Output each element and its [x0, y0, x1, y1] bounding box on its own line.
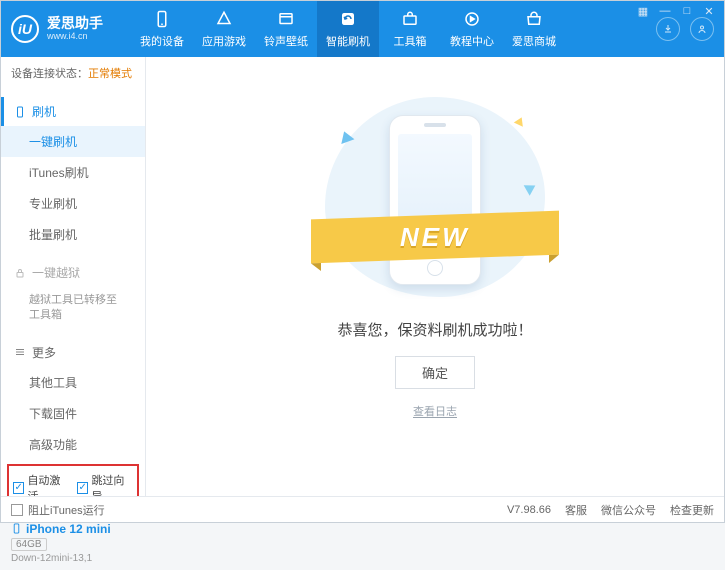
- section-jailbreak: 一键越狱: [1, 258, 145, 287]
- maximize-icon[interactable]: □: [680, 4, 694, 18]
- check-update-link[interactable]: 检查更新: [670, 502, 714, 518]
- phone-icon: [14, 106, 26, 118]
- nav-label: 铃声壁纸: [264, 33, 308, 49]
- close-icon[interactable]: ✕: [702, 4, 716, 18]
- app-window: iU 爱思助手 www.i4.cn 我的设备 应用游戏 铃声壁纸 智能刷机: [0, 0, 725, 523]
- main-content: NEW 恭喜您，保资料刷机成功啦！ 确定 查看日志: [146, 57, 724, 496]
- success-message: 恭喜您，保资料刷机成功啦！: [337, 319, 532, 340]
- store-icon: [524, 9, 544, 29]
- nav-apps[interactable]: 应用游戏: [193, 1, 255, 57]
- sidebar-item-oneclick-flash[interactable]: 一键刷机: [1, 126, 145, 157]
- device-info[interactable]: iPhone 12 mini 64GB Down-12mini-13,1: [1, 516, 145, 570]
- nav-tutorials[interactable]: 教程中心: [441, 1, 503, 57]
- nav-label: 教程中心: [450, 33, 494, 49]
- nav-label: 爱思商城: [512, 33, 556, 49]
- apps-icon: [214, 9, 234, 29]
- section-label: 更多: [32, 344, 56, 361]
- nav-label: 工具箱: [394, 33, 427, 49]
- sidebar-item-download-firmware[interactable]: 下载固件: [1, 398, 145, 429]
- status-value: 正常模式: [88, 68, 132, 80]
- lock-icon: [14, 267, 26, 279]
- flash-icon: [338, 9, 358, 29]
- user-icon[interactable]: [690, 17, 714, 41]
- titlebar: iU 爱思助手 www.i4.cn 我的设备 应用游戏 铃声壁纸 智能刷机: [1, 1, 724, 57]
- brand: iU 爱思助手 www.i4.cn: [11, 15, 131, 43]
- nav-store[interactable]: 爱思商城: [503, 1, 565, 57]
- device-name: iPhone 12 mini: [11, 522, 135, 536]
- device-firmware: Down-12mini-13,1: [11, 553, 135, 564]
- phone-icon: [152, 9, 172, 29]
- sidebar: 设备连接状态：正常模式 刷机 一键刷机 iTunes刷机 专业刷机 批量刷机 一…: [1, 57, 146, 496]
- support-link[interactable]: 客服: [565, 502, 587, 518]
- toolbox-icon: [400, 9, 420, 29]
- wechat-link[interactable]: 微信公众号: [601, 502, 656, 518]
- sidebar-item-itunes-flash[interactable]: iTunes刷机: [1, 157, 145, 188]
- sidebar-item-advanced[interactable]: 高级功能: [1, 429, 145, 460]
- download-manager-icon[interactable]: [656, 17, 680, 41]
- brand-subtitle: www.i4.cn: [47, 32, 103, 42]
- ok-button[interactable]: 确定: [395, 356, 475, 389]
- nav-ringtones[interactable]: 铃声壁纸: [255, 1, 317, 57]
- nav-smart-flash[interactable]: 智能刷机: [317, 1, 379, 57]
- statusbar: 阻止iTunes运行 V7.98.66 客服 微信公众号 检查更新: [1, 496, 724, 522]
- section-flash[interactable]: 刷机: [1, 97, 145, 126]
- brand-title: 爱思助手: [47, 16, 103, 31]
- top-nav: 我的设备 应用游戏 铃声壁纸 智能刷机 工具箱 教程中心: [131, 1, 650, 57]
- success-illustration: NEW: [325, 97, 545, 297]
- view-log-link[interactable]: 查看日志: [413, 403, 457, 419]
- wallpaper-icon: [276, 9, 296, 29]
- checkbox-block-itunes[interactable]: 阻止iTunes运行: [11, 502, 105, 518]
- sidebar-item-other-tools[interactable]: 其他工具: [1, 367, 145, 398]
- nav-label: 应用游戏: [202, 33, 246, 49]
- nav-label: 智能刷机: [326, 33, 370, 49]
- phone-icon: [11, 523, 22, 534]
- jailbreak-note: 越狱工具已转移至 工具箱: [1, 287, 145, 330]
- ribbon-text: NEW: [400, 222, 470, 253]
- section-more[interactable]: 更多: [1, 338, 145, 367]
- version-text: V7.98.66: [507, 504, 551, 516]
- sidebar-item-batch-flash[interactable]: 批量刷机: [1, 219, 145, 250]
- section-label: 一键越狱: [32, 264, 80, 281]
- nav-label: 我的设备: [140, 33, 184, 49]
- tutorial-icon: [462, 9, 482, 29]
- section-label: 刷机: [32, 103, 56, 120]
- body: 设备连接状态：正常模式 刷机 一键刷机 iTunes刷机 专业刷机 批量刷机 一…: [1, 57, 724, 496]
- checkbox-label: 阻止iTunes运行: [28, 502, 105, 518]
- nav-toolbox[interactable]: 工具箱: [379, 1, 441, 57]
- nav-my-device[interactable]: 我的设备: [131, 1, 193, 57]
- connection-status: 设备连接状态：正常模式: [1, 57, 145, 89]
- minimize-icon[interactable]: —: [658, 4, 672, 18]
- brand-logo-icon: iU: [11, 15, 39, 43]
- menu-icon[interactable]: ▦: [636, 4, 650, 18]
- status-label: 设备连接状态：: [11, 68, 88, 80]
- sidebar-item-pro-flash[interactable]: 专业刷机: [1, 188, 145, 219]
- window-controls: ▦ — □ ✕: [650, 17, 714, 41]
- menu-icon: [14, 346, 26, 358]
- new-ribbon: NEW: [311, 211, 559, 264]
- device-storage: 64GB: [11, 538, 47, 551]
